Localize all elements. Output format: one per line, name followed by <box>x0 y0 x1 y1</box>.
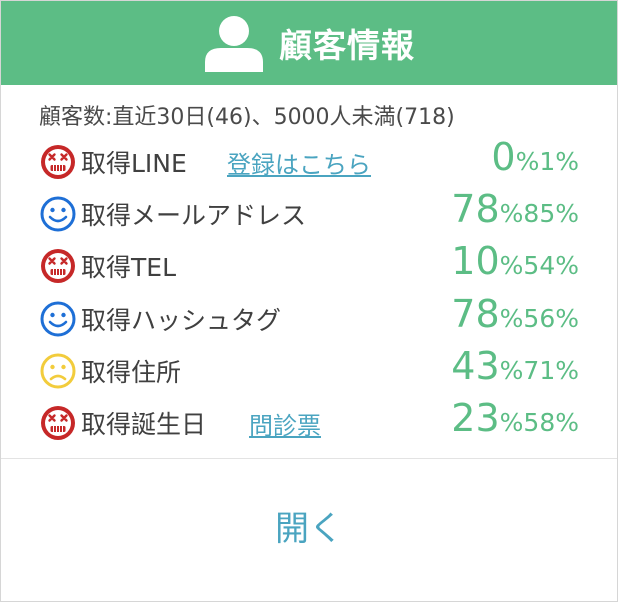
metric-label: 取得ハッシュタグ <box>81 305 282 335</box>
metric-percentages: 43% 71% <box>451 344 579 388</box>
primary-percent-value: 43 <box>451 343 500 388</box>
metric-row: 取得メールアドレス 78% 85% <box>39 187 579 237</box>
secondary-percent-value: 54 <box>523 251 556 281</box>
metric-label: 取得メールアドレス <box>81 201 307 231</box>
percent-unit: % <box>555 199 579 229</box>
metric-percentages: 23% 58% <box>451 396 579 440</box>
primary-percent-value: 0 <box>491 135 516 179</box>
metric-row: 取得住所 43% 71% <box>39 344 579 394</box>
primary-percent-value: 10 <box>451 239 500 284</box>
percent-unit: % <box>555 355 579 385</box>
metric-row: 取得ハッシュタグ 78% 56% <box>39 292 579 342</box>
customer-count-summary: 顧客数:直近30日(46)、5000人未満(718) <box>39 105 455 130</box>
percent-unit: % <box>499 355 524 385</box>
percent-unit: % <box>499 303 524 333</box>
percent-unit: % <box>499 199 524 229</box>
dizzy-face-icon <box>41 406 75 440</box>
metric-percentages: 78% 85% <box>451 187 579 231</box>
percent-unit: % <box>499 251 524 281</box>
secondary-percent-value: 1 <box>539 147 556 176</box>
frown-face-icon <box>40 353 76 389</box>
card-title: 顧客情報 <box>279 26 415 65</box>
primary-percent-value: 23 <box>451 396 500 440</box>
smiley-face-icon <box>40 301 76 337</box>
dizzy-face-icon <box>41 145 75 179</box>
percent-unit: % <box>555 408 579 437</box>
metric-percentages: 0% 1% <box>491 135 579 179</box>
metric-row: 取得TEL 10% 54% <box>39 239 579 289</box>
primary-percent-value: 78 <box>451 187 500 232</box>
person-icon <box>205 16 263 72</box>
metric-percentages: 10% 54% <box>451 239 579 283</box>
percent-unit: % <box>515 147 540 176</box>
open-button[interactable]: 開く <box>1 501 617 550</box>
secondary-percent-value: 56 <box>523 303 556 333</box>
metric-label: 取得LINE <box>81 149 187 178</box>
percent-unit: % <box>555 303 579 333</box>
metric-label: 取得誕生日 <box>81 410 207 439</box>
metric-link[interactable]: 登録はこちら <box>227 145 371 180</box>
metric-label: 取得住所 <box>81 357 182 387</box>
percent-unit: % <box>555 147 579 176</box>
customer-info-card: 顧客情報 顧客数:直近30日(46)、5000人未満(718) 取得LINE 登録… <box>0 0 618 602</box>
metric-link[interactable]: 問診票 <box>249 406 321 441</box>
metric-row: 取得誕生日 問診票 23% 58% <box>39 396 579 446</box>
metric-row: 取得LINE 登録はこちら 0% 1% <box>39 135 579 185</box>
percent-unit: % <box>555 251 579 281</box>
metric-label: 取得TEL <box>81 253 176 283</box>
secondary-percent-value: 85 <box>523 199 556 229</box>
smiley-face-icon <box>40 196 76 232</box>
secondary-percent-value: 58 <box>523 408 556 437</box>
card-header: 顧客情報 <box>1 1 617 85</box>
primary-percent-value: 78 <box>451 291 500 336</box>
dizzy-face-icon <box>41 249 75 284</box>
secondary-percent-value: 71 <box>523 355 556 385</box>
percent-unit: % <box>499 408 524 437</box>
divider <box>1 458 617 459</box>
metric-percentages: 78% 56% <box>451 292 579 336</box>
